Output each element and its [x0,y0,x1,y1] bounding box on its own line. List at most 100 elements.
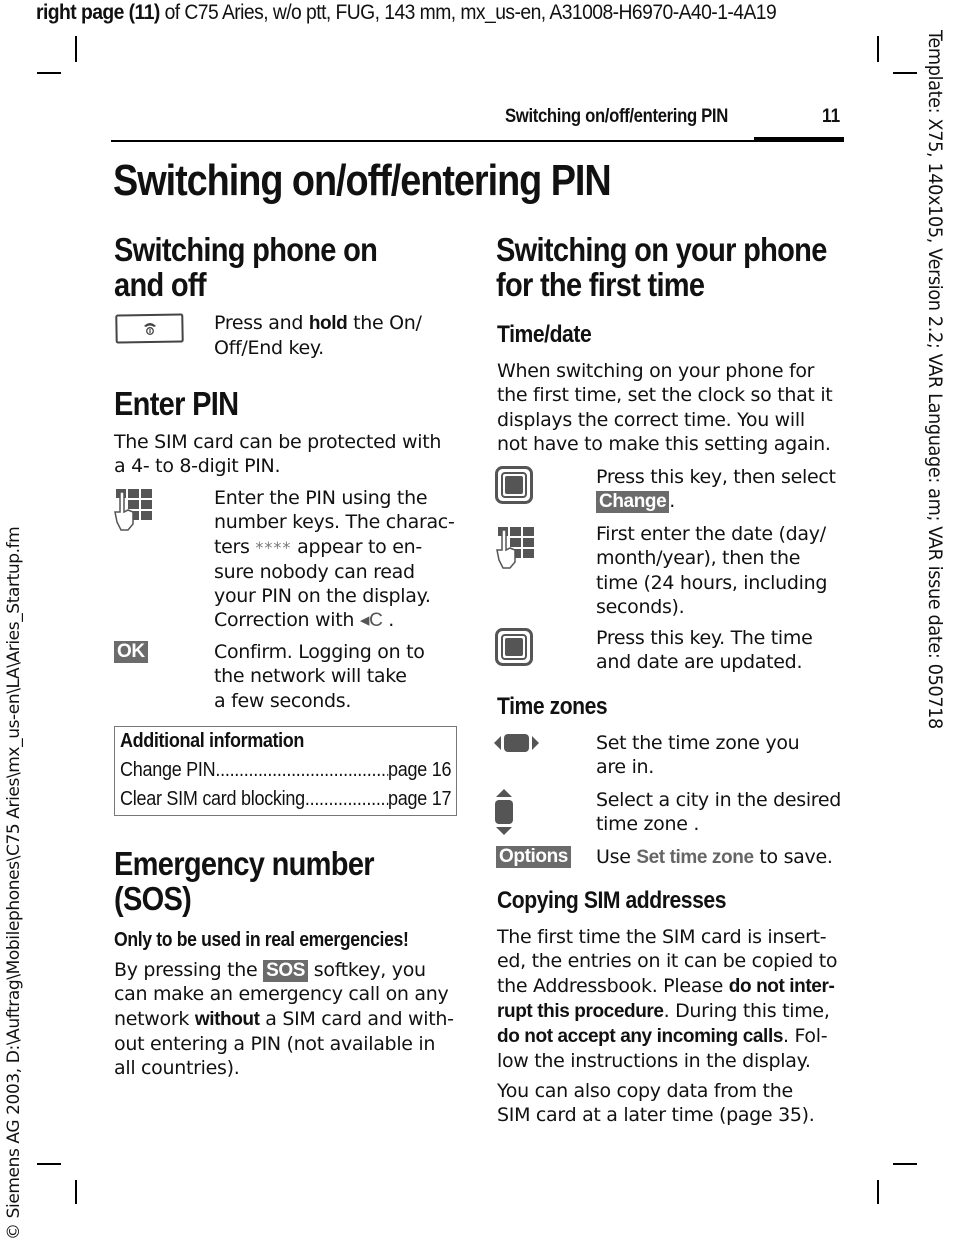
copying-sim-text: The first time the SIM card is insert- e… [497,925,838,1074]
xref-change-pin[interactable]: Change PIN .............................… [120,759,451,782]
up-down-navigation-icon [493,789,515,840]
emphasis: do not inter- [728,975,835,997]
page-number: 11 [822,106,841,127]
text: . During this time, [663,999,830,1022]
step-line: sure nobody can read [214,560,415,583]
additional-info-box: Additional information Change PIN ......… [114,726,457,816]
text: the On/ [347,312,422,334]
change-softkey: Change [596,491,670,514]
step-line: Press this key, then select [596,466,836,488]
crop-mark [893,72,917,74]
text-line: low the instructions in the display. [497,1050,811,1073]
template-info: Template: X75, 140x105, Version 2.2; VAR… [924,30,946,729]
xref-label: Change PIN [120,759,216,781]
text: Press and [214,312,309,334]
text: a SIM card and with- [259,1007,454,1030]
xref-page: page 16 [388,759,452,781]
step-press-key-change: Press this key, then select Change. [596,465,836,514]
emphasis: without [194,1008,260,1030]
left-right-navigation-icon [494,732,540,759]
step-line: and date are updated. [596,651,803,674]
text: ters [214,535,256,558]
heading-switching-phone: Switching phone on and off [114,231,378,303]
on-off-end-key-icon [115,313,185,350]
step-line: are in. [596,756,655,779]
step-line: number keys. The charac- [214,511,455,534]
text: the Addressbook. Please [497,974,729,997]
step-line: time zone . [596,813,700,836]
step-line: Off/End key. [214,337,324,360]
heading-line: and off [114,266,207,303]
step-line: ters **** appear to en- [214,535,455,560]
text-line: not have to make this setting again. [497,432,831,455]
crop-mark [75,36,77,62]
text: appear to en- [291,535,422,558]
options-softkey: Options [496,846,571,868]
step-line: Press and hold the On/ [214,311,422,336]
running-title: Switching on/off/entering PIN [505,106,728,127]
center-key-icon [495,628,533,671]
step-line: Confirm. Logging on to [214,641,425,663]
step-set-timezone: Set the time zone you are in. [596,731,800,780]
text-line: ed, the entries on it can be copied to [497,950,838,973]
text: to save. [753,846,833,868]
step-confirm: Confirm. Logging on to the network will … [214,640,425,713]
masked-pin: **** [255,537,292,557]
text-line: all countries). [114,1057,240,1080]
step-save-timezone: Use Set time zone to save. [596,845,833,870]
heading-time-date: Time/date [497,321,592,348]
text: . Fol- [783,1025,828,1048]
step-select-city: Select a city in the desired time zone . [596,788,841,837]
heading-first-time: Switching on your phone for the first ti… [496,232,827,302]
heading-line: for the first time [496,266,705,303]
step-line: Enter the PIN using the [214,487,428,509]
heading-enter-pin: Enter PIN [114,385,239,422]
text: network [114,1007,195,1030]
ok-softkey: OK [114,641,148,663]
slug-line: right page (11) of C75 Aries, w/o ptt, F… [36,1,777,25]
step-confirm-time: Press this key. The time and date are up… [596,626,813,675]
text: By pressing the [114,959,264,981]
keypad-hand-icon [496,526,540,577]
step-on-off: Press and hold the On/ Off/End key. [214,311,422,361]
text: softkey, you [308,959,426,981]
heading-line: Emergency number [114,845,375,882]
text-line: a 4- to 8-digit PIN. [114,455,281,478]
heading-line: Switching on your phone [496,231,827,268]
heading-time-zones: Time zones [497,693,608,720]
emergency-warning: Only to be used in real emergencies! [114,929,409,951]
step-line: your PIN on the display. [214,585,431,608]
emphasis: hold [308,313,348,334]
xref-clear-sim-blocking[interactable]: Clear SIM card blocking ................… [120,788,451,811]
heading-line: Switching phone on [114,231,378,268]
text-line: When switching on your phone for [497,360,815,382]
step-line: a few seconds. [214,689,352,712]
text-line: The first time the SIM card is insert- [497,926,827,948]
text-line: You can also copy data from the [497,1080,793,1102]
step-line: Change. [596,489,836,514]
text-line: out entering a PIN (not available in [114,1032,436,1055]
step-line: time (24 hours, including [596,571,828,594]
crop-mark [37,72,61,74]
keypad-hand-icon [114,488,158,539]
copying-sim-later: You can also copy data from the SIM card… [497,1079,815,1128]
step-line: Press this key. The time [596,627,813,649]
text-line: the Addressbook. Please do not inter- [497,974,837,999]
header-rule-thick [754,137,844,142]
enter-pin-intro: The SIM card can be protected with a 4- … [114,430,441,479]
sos-softkey: SOS [263,960,309,982]
crop-mark [75,1180,77,1204]
emphasis: rupt this procedure [497,1000,664,1022]
text: . [669,490,676,513]
xref-page: page 17 [388,788,452,810]
clear-key-icon: ◂C [359,610,383,632]
time-date-intro: When switching on your phone for the fir… [497,359,833,456]
step-line: the network will take [214,665,407,688]
text-line: rupt this procedure. During this time, [497,999,837,1024]
text-line: the first time, set the clock so that it [497,384,833,407]
step-line: Select a city in the desired [596,789,842,811]
step-line: month/year), then the [596,547,801,570]
menu-item-set-time-zone: Set time zone [636,847,754,868]
emphasis: do not accept any incoming calls [497,1026,783,1048]
text-line: By pressing the SOS softkey, you [114,958,454,982]
